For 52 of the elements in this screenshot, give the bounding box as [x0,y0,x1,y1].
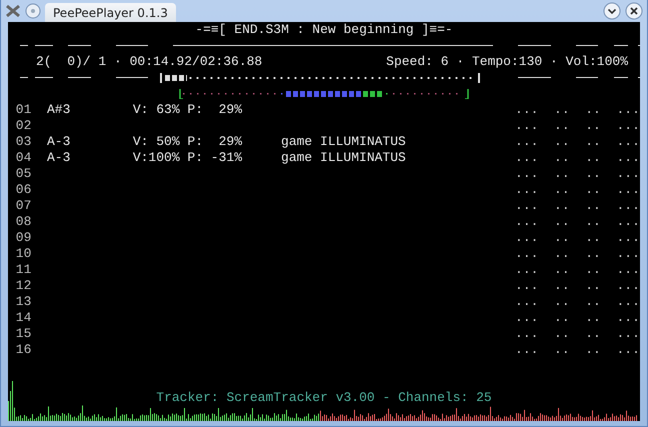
channel-number: 04 [14,150,32,166]
minimize-button[interactable] [603,2,621,20]
panning-text: P: 29% [187,134,242,149]
channel-number: 15 [14,326,32,342]
channel-number: 16 [14,342,32,358]
pattern-dots: ... .. .. ... [515,118,640,134]
channel-number: 08 [14,214,32,230]
pattern-dots: ... .. .. ... [515,310,640,326]
note-text: A-3 [47,134,70,149]
playback-status: Speed: 6 · Tempo:130 · Vol:100% [386,54,628,70]
window-title: PeePeePlayer 0.1.3 [45,2,176,22]
pattern-dots: ... .. .. ... [515,342,640,358]
channel-number: 05 [14,166,32,182]
volume-text: V: 50% [132,134,180,149]
pattern-dots: ... .. .. ... [515,102,640,118]
pattern-dots: ... .. .. ... [515,214,640,230]
pattern-dots: ... .. .. ... [515,134,640,150]
position-time: 2( 0)/ 1 · 00:14.92/02:36.88 [36,54,262,70]
channel-number: 11 [14,262,32,278]
note-text: A-3 [47,150,70,165]
pattern-dots: ... .. .. ... [515,246,640,262]
pattern-dots: ... .. .. ... [515,166,640,182]
channel-number: 01 [14,102,32,118]
channel-number: 14 [14,310,32,326]
channel-number: 06 [14,182,32,198]
instrument-name: game ILLUMINATUS [281,150,406,165]
channel-number: 07 [14,198,32,214]
song-title: -=≡[ END.S3M : New beginning ]≡=- [195,22,453,38]
panning-text: P: -31% [187,150,242,165]
tracker-info: Tracker: ScreamTracker v3.00 - Channels: 25 [156,390,492,406]
pin-button[interactable] [25,3,41,19]
pattern-dots: ... .. .. ... [515,150,640,166]
channel-number: 03 [14,134,32,150]
pattern-dots: ... .. .. ... [515,262,640,278]
volume-text: V: 63% [132,102,180,117]
pattern-dots: ... .. .. ... [515,230,640,246]
channel-number: 02 [14,118,32,134]
note-text: A#3 [47,102,70,117]
close-button[interactable] [625,2,643,20]
pattern-dots: ... .. .. ... [515,198,640,214]
pattern-dots: ... .. .. ... [515,294,640,310]
channel-number: 13 [14,294,32,310]
channel-number: 09 [14,230,32,246]
channel-number: 12 [14,278,32,294]
instrument-name: game ILLUMINATUS [281,134,406,149]
panning-text: P: 29% [187,102,242,117]
app-icon[interactable] [5,3,21,19]
pattern-dots: ... .. .. ... [515,182,640,198]
pattern-dots: ... .. .. ... [515,326,640,342]
pattern-dots: ... .. .. ... [515,278,640,294]
channel-number: 10 [14,246,32,262]
volume-text: V:100% [132,150,180,165]
